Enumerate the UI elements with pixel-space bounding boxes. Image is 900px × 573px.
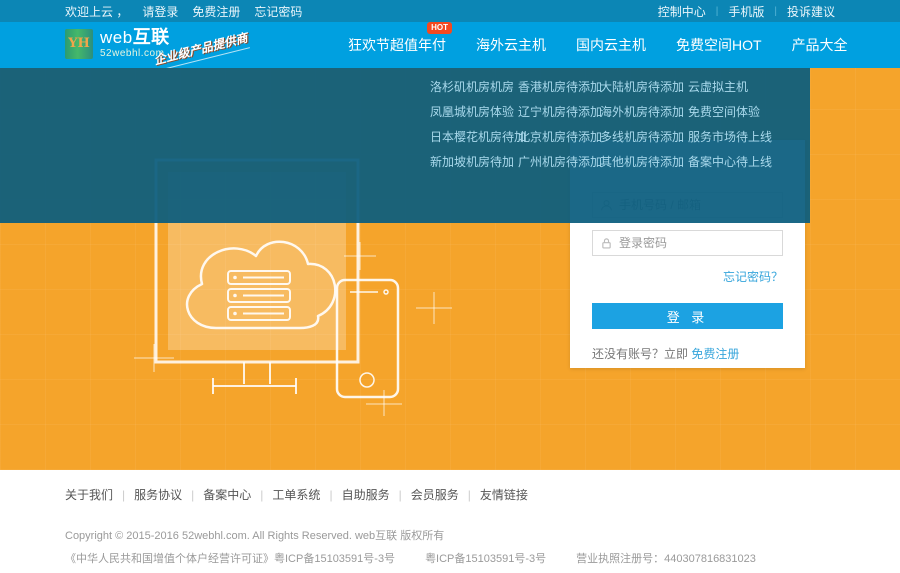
mega-menu-item[interactable]: 辽宁机房待添加 (518, 106, 600, 118)
mega-menu-item[interactable]: 日本樱花机房待加 (430, 131, 518, 143)
welcome-text: 欢迎上云 ， (65, 3, 128, 20)
mobile-version-link[interactable]: 手机版 (728, 3, 764, 20)
mega-menu-item[interactable]: 广州机房待添加 (518, 156, 600, 168)
phone-icon (337, 280, 398, 397)
password-field (592, 230, 783, 256)
mega-menu-item[interactable]: 备案中心待上线 (688, 156, 808, 168)
complaint-link[interactable]: 投诉建议 (787, 3, 835, 20)
mega-menu-item[interactable]: 凤凰城机房体验 (430, 106, 518, 118)
footer-link-member[interactable]: 会员服务 (411, 486, 459, 503)
main-navbar: YH web互联 52webhl.com 企业级产品提供商 狂欢节超值年付 HO… (0, 22, 900, 68)
forgot-row: 忘记密码？ (592, 268, 783, 286)
mega-menu-item[interactable]: 多线机房待添加 (600, 131, 688, 143)
footer-links: 关于我们 | 服务协议 | 备案中心 | 工单系统 | 自助服务 | 会员服务 | 友情链接 (65, 486, 835, 503)
mega-menu-item[interactable]: 其他机房待添加 (600, 156, 688, 168)
top-utility-bar: 欢迎上云 ， 请登录 免费注册 忘记密码 控制中心 | 手机版 | 投诉建议 (0, 0, 900, 22)
brand-logo-icon: YH (65, 29, 93, 59)
nav-item-overseas-cloud[interactable]: 海外云主机 (476, 35, 546, 55)
lock-icon (593, 237, 619, 250)
nav-item-domestic-cloud[interactable]: 国内云主机 (576, 35, 646, 55)
free-register-link[interactable]: 免费注册 (691, 347, 739, 361)
page: 欢迎上云 ， 请登录 免费注册 忘记密码 控制中心 | 手机版 | 投诉建议 Y… (0, 0, 900, 573)
divider: | (191, 488, 194, 502)
topbar-right: 控制中心 | 手机版 | 投诉建议 (658, 3, 835, 20)
forgot-password-panel-link[interactable]: 忘记密码？ (723, 270, 783, 284)
hot-badge: HOT (427, 22, 452, 34)
divider: | (468, 488, 471, 502)
control-center-link[interactable]: 控制中心 (658, 3, 706, 20)
password-input[interactable] (619, 231, 782, 255)
footer-link-terms[interactable]: 服务协议 (134, 486, 182, 503)
mega-menu-grid: 洛杉矶机房机房 香港机房待添加 大陆机房待添加 云虚拟主机 凤凰城机房体验 辽宁… (430, 81, 808, 168)
business-license-number: 营业执照注册号：440307816831023 (576, 550, 756, 566)
hero-section: 忘记密码？ 登 录 还没有账号？立即 免费注册 洛杉矶机房机房 香港机房待添加 … (0, 68, 900, 470)
brand-name-cn: 互联 (133, 27, 170, 47)
footer-link-beian[interactable]: 备案中心 (203, 486, 251, 503)
login-link[interactable]: 请登录 (142, 3, 178, 20)
divider: | (399, 488, 402, 502)
copyright-text: Copyright © 2015-2016 52webhl.com. All R… (65, 527, 835, 543)
footer-link-friends[interactable]: 友情链接 (480, 486, 528, 503)
mega-menu-item[interactable]: 大陆机房待添加 (600, 81, 688, 93)
nav-item-free-space[interactable]: 免费空间HOT (676, 35, 762, 55)
license-text: 《中华人民共和国增值个体户经营许可证》粤ICP备15103591号-3号 (65, 550, 395, 566)
brand-name-en: web (100, 28, 133, 47)
mega-menu-item[interactable]: 海外机房待添加 (600, 106, 688, 118)
nav-item-carnival[interactable]: 狂欢节超值年付 HOT (348, 35, 446, 55)
nav-menu: 狂欢节超值年付 HOT 海外云主机 国内云主机 免费空间HOT 产品大全 (348, 22, 848, 68)
footer-link-ticket[interactable]: 工单系统 (272, 486, 320, 503)
mega-menu-item[interactable]: 新加坡机房待加 (430, 156, 518, 168)
mega-menu-item[interactable]: 服务市场待上线 (688, 131, 808, 143)
forgot-password-link[interactable]: 忘记密码 (254, 3, 302, 20)
mega-menu-item[interactable]: 免费空间体验 (688, 106, 808, 118)
login-submit-button[interactable]: 登 录 (592, 303, 783, 329)
mega-menu-item[interactable]: 北京机房待添加 (518, 131, 600, 143)
mega-menu-item[interactable]: 云虚拟主机 (688, 81, 808, 93)
footer-link-about[interactable]: 关于我们 (65, 486, 113, 503)
divider: | (260, 488, 263, 502)
footer: 关于我们 | 服务协议 | 备案中心 | 工单系统 | 自助服务 | 会员服务 | 友情链接… (0, 470, 900, 573)
no-account-text: 还没有账号？立即 (592, 347, 688, 361)
mega-menu-dropdown: 洛杉矶机房机房 香港机房待添加 大陆机房待添加 云虚拟主机 凤凰城机房体验 辽宁… (0, 68, 810, 223)
divider: | (122, 488, 125, 502)
icp-number: 粤ICP备15103591号-3号 (425, 550, 546, 566)
mega-menu-item[interactable]: 香港机房待添加 (518, 81, 600, 93)
divider: | (774, 6, 777, 17)
footer-link-selfservice[interactable]: 自助服务 (342, 486, 390, 503)
topbar-left: 欢迎上云 ， 请登录 免费注册 忘记密码 (65, 3, 302, 20)
register-row: 还没有账号？立即 免费注册 (592, 345, 783, 362)
register-link[interactable]: 免费注册 (192, 3, 240, 20)
license-row: 《中华人民共和国增值个体户经营许可证》粤ICP备15103591号-3号 粤IC… (65, 550, 835, 566)
mega-menu-item[interactable]: 洛杉矶机房机房 (430, 81, 518, 93)
nav-item-all-products[interactable]: 产品大全 (792, 35, 848, 55)
divider: | (716, 6, 719, 17)
divider: | (329, 488, 332, 502)
